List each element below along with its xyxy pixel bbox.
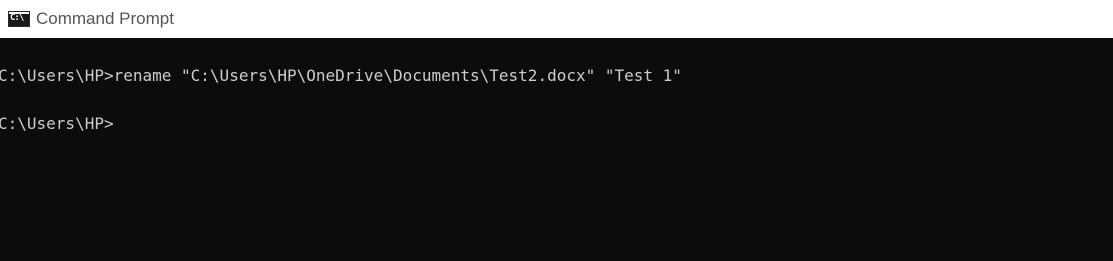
console-line-prompt: C:\Users\HP> [0, 114, 114, 133]
cmd-icon-text: C:\ [10, 13, 24, 23]
console-line-command: C:\Users\HP>rename "C:\Users\HP\OneDrive… [0, 66, 682, 85]
console-area[interactable]: C:\Users\HP>rename "C:\Users\HP\OneDrive… [0, 38, 1113, 261]
title-bar[interactable]: C:\ Command Prompt [0, 0, 1113, 38]
window-title: Command Prompt [36, 9, 174, 28]
cmd-icon: C:\ [8, 11, 30, 27]
command-prompt-window: C:\ Command Prompt C:\Users\HP>rename "C… [0, 0, 1113, 261]
